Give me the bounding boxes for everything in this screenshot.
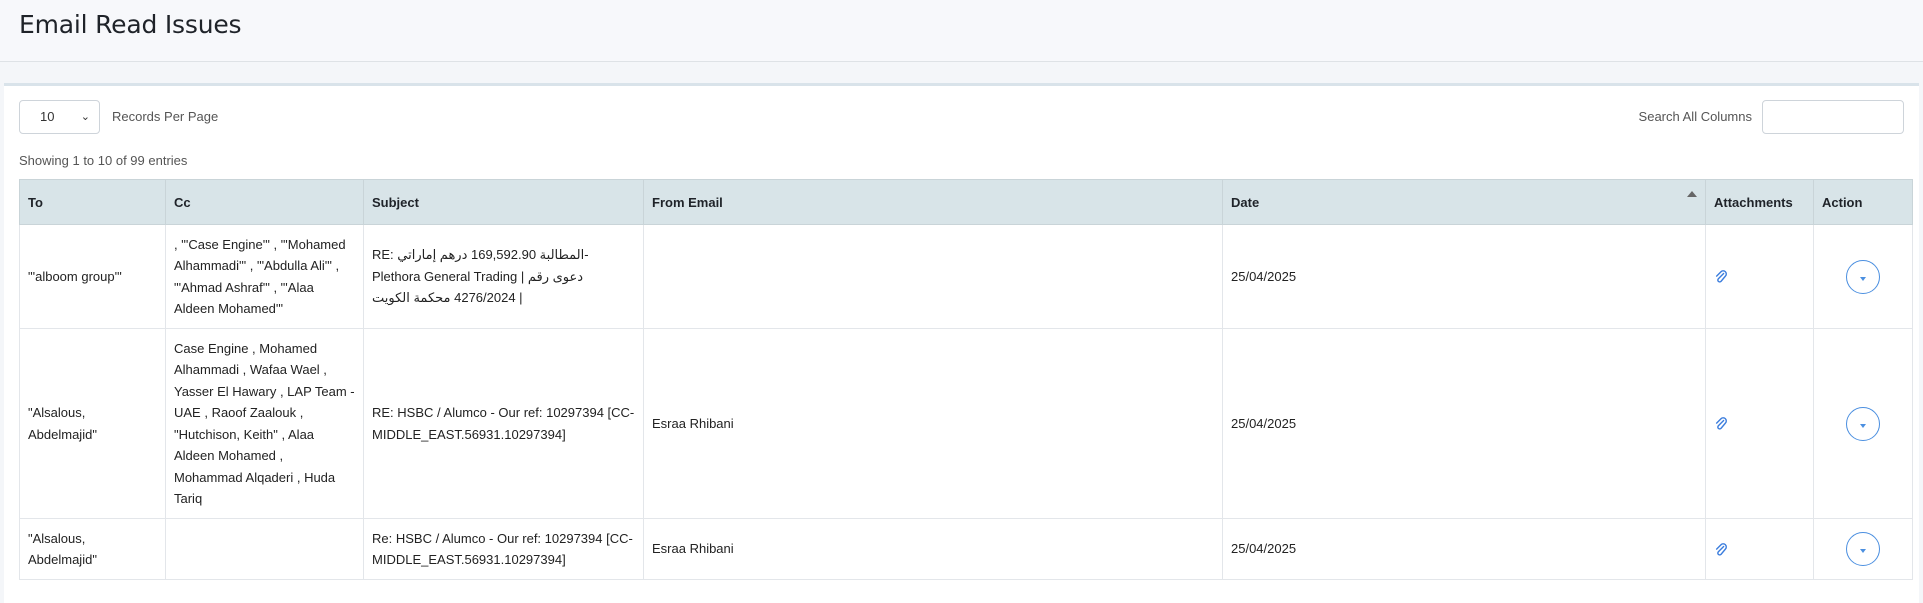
cell-date: 25/04/2025 [1222,328,1706,519]
cell-attachments [1705,518,1814,580]
column-header-cc[interactable]: Cc [165,179,364,225]
email-issues-table: To Cc Subject From Email Date Attachment… [19,179,1913,580]
page-size-value: 10 [40,109,55,124]
chevron-down-icon: ⌄ [80,111,90,123]
cell-attachments [1705,328,1814,519]
column-header-from-email[interactable]: From Email [643,179,1223,225]
cell-action [1813,224,1913,329]
paperclip-icon[interactable] [1714,270,1728,284]
page-title: Email Read Issues [19,10,242,39]
paperclip-icon[interactable] [1714,417,1728,431]
page-header: Email Read Issues [0,0,1923,62]
chevron-down-icon [1860,276,1866,281]
table-row: "Alsalous, Abdelmajid" Re: HSBC / Alumco… [19,518,1913,580]
table-row: "'alboom group'" , "'Case Engine'" , "'M… [19,224,1913,329]
column-header-action: Action [1813,179,1913,225]
column-header-date[interactable]: Date [1222,179,1706,225]
cell-date: 25/04/2025 [1222,518,1706,580]
entries-info: Showing 1 to 10 of 99 entries [19,153,188,168]
cell-action [1813,328,1913,519]
cell-cc [165,518,364,580]
table-header-row: To Cc Subject From Email Date Attachment… [19,179,1913,225]
cell-subject: RE: HSBC / Alumco - Our ref: 10297394 [C… [363,328,644,519]
page-size-select[interactable]: 10 ⌄ [19,100,100,134]
chevron-down-icon [1860,549,1866,553]
row-action-button[interactable] [1846,406,1880,441]
cell-from-email: Esraa Rhibani [643,518,1223,580]
column-header-date-label: Date [1231,194,1260,210]
cell-cc: , "'Case Engine'" , "'Mohamed Alhammadi'… [165,224,364,329]
search-input[interactable] [1762,100,1904,134]
cell-subject: Re: HSBC / Alumco - Our ref: 10297394 [C… [363,518,644,580]
row-action-button[interactable] [1846,532,1880,566]
cell-date: 25/04/2025 [1222,224,1706,329]
column-header-subject[interactable]: Subject [363,179,644,225]
cell-to: "Alsalous, Abdelmajid" [19,518,166,580]
cell-action [1813,518,1913,580]
cell-to: "'alboom group'" [19,224,166,329]
search-label: Search All Columns [1638,109,1752,124]
table-row: "Alsalous, Abdelmajid" Case Engine , Moh… [19,328,1913,519]
cell-subject: RE: المطالبة 169,592.90 درهم إماراتي-Ple… [363,224,644,329]
records-per-page-label: Records Per Page [112,109,219,124]
chevron-down-icon [1860,423,1866,428]
table-controls: 10 ⌄ Records Per Page Search All Columns [19,100,1904,136]
content-card: 10 ⌄ Records Per Page Search All Columns… [4,83,1919,603]
cell-from-email: Esraa Rhibani [643,328,1223,519]
row-action-button[interactable] [1846,259,1880,294]
cell-from-email [643,224,1223,329]
cell-cc: Case Engine , Mohamed Alhammadi , Wafaa … [165,328,364,519]
cell-attachments [1705,224,1814,329]
cell-to: "Alsalous, Abdelmajid" [19,328,166,519]
sort-asc-icon [1687,191,1697,197]
column-header-attachments[interactable]: Attachments [1705,179,1814,225]
paperclip-icon[interactable] [1714,542,1728,557]
column-header-to[interactable]: To [19,179,166,225]
